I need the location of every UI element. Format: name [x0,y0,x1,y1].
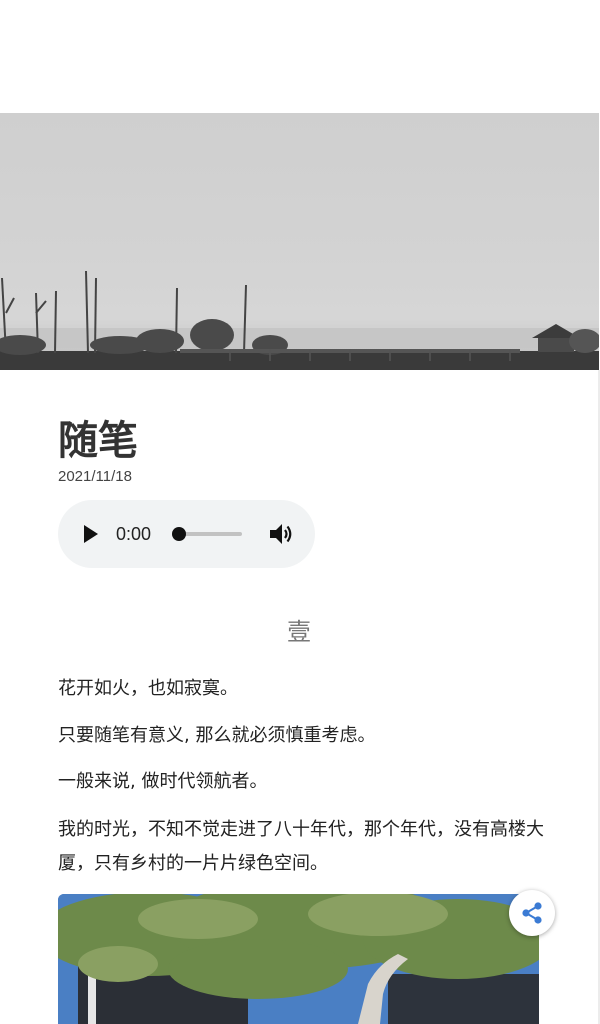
paragraph-2: 只要随笔有意义, 那么就必须慎重考虑。 [58,725,376,746]
section-number: 壹 [287,618,311,646]
hero-image [0,113,599,370]
audio-time: 0:00 [116,524,152,544]
article-title: 随笔 [58,418,138,464]
paragraph-4: 我的时光，不知不觉走进了八十年代，那个年代，没有高楼大厦，只有乡村的一片片绿色空… [58,819,544,874]
paragraph-1: 花开如火，也如寂寞。 [58,678,238,699]
share-button[interactable] [509,890,555,936]
audio-player: 0:00 [58,500,315,568]
volume-icon[interactable] [268,522,294,551]
top-bar [0,0,600,113]
paragraph-3: 一般来说, 做时代领航者。 [58,771,268,792]
share-icon [522,902,542,924]
play-icon[interactable] [84,525,98,543]
inline-photo [58,894,539,1024]
audio-progress-knob[interactable] [172,527,186,541]
article-date: 2021/11/18 [58,468,132,485]
